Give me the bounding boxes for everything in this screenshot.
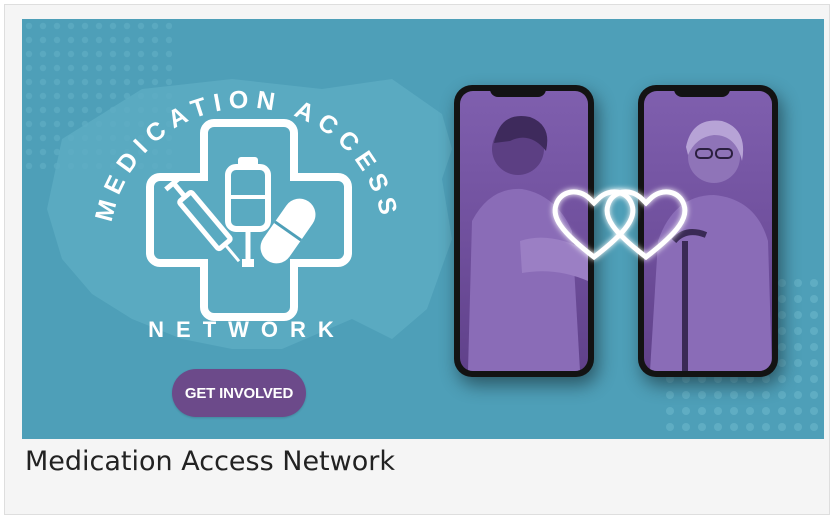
phone-notch <box>674 85 730 97</box>
medication-access-logo: MEDICATION ACCESS NETWORK <box>90 86 404 342</box>
heart-icon <box>604 189 688 261</box>
get-involved-button[interactable]: GET INVOLVED <box>172 369 306 417</box>
medical-cross-icon <box>146 119 352 321</box>
banner-image[interactable]: MEDICATION ACCESS NETWORK GET INVOLVED <box>22 19 824 439</box>
neon-hearts <box>552 189 688 261</box>
phone-notch <box>490 85 546 97</box>
content-card: MEDICATION ACCESS NETWORK GET INVOLVED M… <box>4 4 830 515</box>
card-title[interactable]: Medication Access Network <box>25 446 395 477</box>
syringe-icon <box>164 174 241 263</box>
logo-ring-text: MEDICATION ACCESS <box>90 86 404 225</box>
heart-icon <box>552 189 636 261</box>
